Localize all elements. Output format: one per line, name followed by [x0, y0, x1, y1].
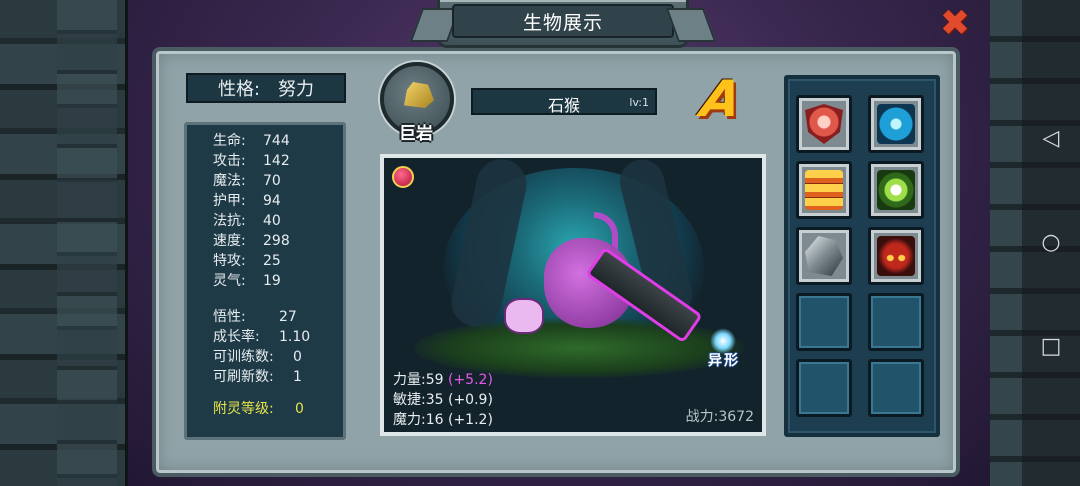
stat-value: 1.10 [279, 329, 311, 345]
stat-value: 142 [263, 153, 290, 169]
stat-value: 94 [263, 193, 281, 209]
stat-key: 速度: [213, 233, 246, 249]
attribute-magic-power: 魔力:16 (+1.2) [393, 410, 493, 430]
stat-key: 成长率: [213, 329, 260, 345]
shield-skill-icon [805, 104, 843, 144]
stat-key: 生命: [213, 133, 246, 149]
stat-row-attack: 攻击: 142 [213, 151, 343, 171]
attribute-bonus: (+0.9) [447, 392, 493, 408]
stat-row-special-attack: 特攻: 25 [213, 251, 343, 271]
variant-label: 异形 [708, 353, 740, 369]
helm-skill-icon [805, 236, 843, 276]
attribute-label: 敏捷:35 [393, 392, 444, 408]
attribute-label: 魔力:16 [393, 412, 444, 428]
stats-box: 生命: 744 攻击: 142 魔法: 70 护甲: 94 法抗: 40 速度: 298 特… [184, 122, 346, 440]
stat-key: 法抗: [213, 213, 246, 229]
skill-slot[interactable] [796, 161, 852, 219]
stat-key: 可训练数: [213, 349, 274, 365]
stat-value: 27 [279, 309, 297, 325]
skill-slot-empty[interactable] [868, 359, 924, 417]
stat-value: 298 [263, 233, 290, 249]
stat-row-speed: 速度: 298 [213, 231, 343, 251]
stat-key: 可刷新数: [213, 369, 274, 385]
nature-label: 性格: [217, 79, 261, 100]
stat-value: 19 [263, 273, 281, 289]
stat-row-enchant-level: 附灵等级: 0 [213, 399, 343, 419]
stat-value: 25 [263, 253, 281, 269]
attribute-strength: 力量:59 (+5.2) [393, 370, 493, 390]
attribute-bonus: (+5.2) [447, 372, 493, 388]
stat-row-trainable: 可训练数: 0 [213, 347, 343, 367]
skill-slot-empty[interactable] [796, 293, 852, 351]
creature-portrait: 异形 力量:59 (+5.2) 敏捷:35 (+0.9) 魔力:16 (+1.2… [380, 154, 766, 436]
stat-row-resist: 法抗: 40 [213, 211, 343, 231]
stat-key: 攻击: [213, 153, 246, 169]
stat-row-magic: 魔法: 70 [213, 171, 343, 191]
creature-fist [504, 298, 544, 334]
mask-skill-icon [877, 236, 915, 276]
attribute-label: 力量:59 [393, 372, 444, 388]
attribute-agility: 敏捷:35 (+0.9) [393, 390, 493, 410]
stat-value: 744 [263, 133, 290, 149]
gem-icon[interactable] [392, 166, 414, 188]
stat-row-comprehension: 悟性: 27 [213, 307, 343, 327]
back-icon[interactable]: ◁ [1022, 118, 1080, 158]
stat-value: 70 [263, 173, 281, 189]
combat-power: 战力:3672 [685, 409, 754, 425]
skill-slot[interactable] [868, 227, 924, 285]
android-nav-bar: ◁ ○ □ [1022, 0, 1080, 486]
stat-value: 40 [263, 213, 281, 229]
stat-value: 0 [293, 349, 302, 365]
stone-monkey-figure [504, 212, 703, 358]
close-button[interactable]: ✖ [938, 6, 972, 42]
stat-key: 魔法: [213, 173, 246, 189]
attribute-list: 力量:59 (+5.2) 敏捷:35 (+0.9) 魔力:16 (+1.2) [393, 370, 493, 430]
left-wall-decoration [0, 0, 128, 486]
scales-skill-icon [805, 170, 843, 210]
stat-row-hp: 生命: 744 [213, 131, 343, 151]
forest-scene: 异形 力量:59 (+5.2) 敏捷:35 (+0.9) 魔力:16 (+1.2… [384, 158, 762, 432]
enchant-value: 0 [295, 401, 304, 417]
recents-icon[interactable]: □ [1022, 326, 1080, 366]
creature-name-box: 石猴 lv:1 [471, 88, 657, 115]
creature-level: lv:1 [629, 96, 649, 109]
home-icon[interactable]: ○ [1022, 222, 1080, 262]
page-title: 生物展示 [452, 4, 674, 38]
skills-panel [784, 75, 940, 437]
stat-key: 灵气: [213, 273, 246, 289]
skill-slot[interactable] [868, 161, 924, 219]
stat-row-armor: 护甲: 94 [213, 191, 343, 211]
nature-box: 性格: 努力 [186, 73, 346, 103]
stat-row-growth-rate: 成长率: 1.10 [213, 327, 343, 347]
stat-key: 特攻: [213, 253, 246, 269]
type-label: 巨岩 [399, 124, 433, 144]
skill-slot[interactable] [796, 95, 852, 153]
nature-value: 努力 [278, 79, 315, 100]
variant-badge: 异形 [696, 328, 752, 374]
stat-row-aura: 灵气: 19 [213, 271, 343, 291]
stat-row-refreshable: 可刷新数: 1 [213, 367, 343, 387]
stat-key: 护甲: [213, 193, 246, 209]
skill-slot[interactable] [868, 95, 924, 153]
title-plate: 生物展示 [437, 0, 689, 48]
enchant-key: 附灵等级: [213, 401, 274, 417]
stat-value: 1 [293, 369, 302, 385]
rock-icon [404, 82, 434, 108]
skill-slot-empty[interactable] [796, 359, 852, 417]
attribute-bonus: (+1.2) [447, 412, 493, 428]
creature-name: 石猴 [547, 96, 580, 115]
skill-slot-empty[interactable] [868, 293, 924, 351]
skill-slot[interactable] [796, 227, 852, 285]
close-icon: ✖ [939, 3, 971, 44]
eye-skill-icon [877, 170, 915, 210]
stat-key: 悟性: [213, 309, 246, 325]
arm-skill-icon [877, 104, 915, 144]
